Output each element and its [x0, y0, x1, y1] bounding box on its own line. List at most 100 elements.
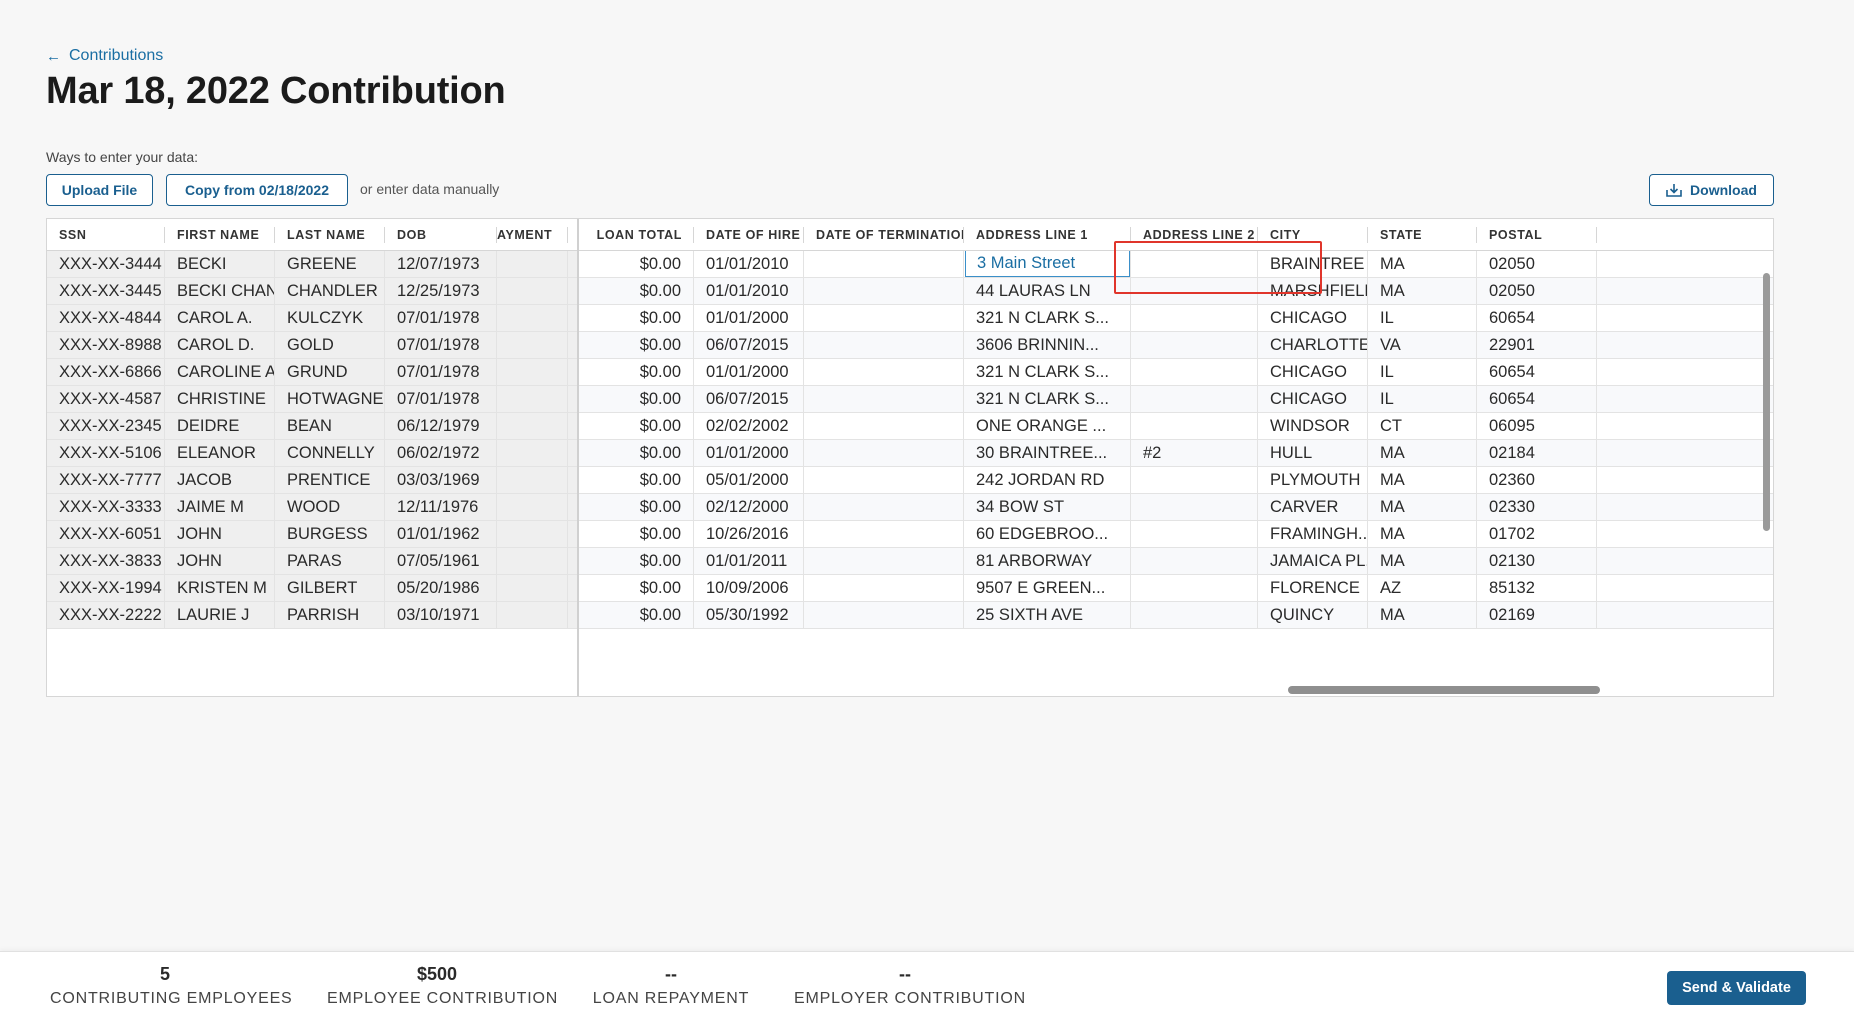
- cell-last-name[interactable]: GOLD: [275, 332, 385, 359]
- cell-date-of-hire[interactable]: 01/01/2010: [694, 278, 804, 305]
- cell-city[interactable]: JAMAICA PL...: [1258, 548, 1368, 575]
- copy-from-previous-button[interactable]: Copy from 02/18/2022: [166, 174, 348, 206]
- cell-ssn[interactable]: XXX-XX-3444: [47, 251, 165, 278]
- cell-loan-total[interactable]: $0.00: [568, 332, 694, 359]
- cell-date-of-termination[interactable]: [804, 602, 964, 629]
- cell-last-name[interactable]: GRUND: [275, 359, 385, 386]
- cell-address-line-2[interactable]: [1131, 305, 1258, 332]
- cell-postal[interactable]: 02130: [1477, 548, 1597, 575]
- cell-date-of-termination[interactable]: [804, 521, 964, 548]
- cell-loan-repayment[interactable]: [497, 413, 568, 440]
- cell-loan-total[interactable]: $0.00: [568, 278, 694, 305]
- cell-loan-total[interactable]: $0.00: [568, 548, 694, 575]
- cell-city[interactable]: BRAINTREE: [1258, 251, 1368, 278]
- cell-first-name[interactable]: CAROL D.: [165, 332, 275, 359]
- cell-postal[interactable]: 02330: [1477, 494, 1597, 521]
- table-row[interactable]: XXX-XX-3445 BECKI CHAN CHANDLER 12/25/1973 $…: [47, 278, 1773, 305]
- cell-date-of-termination[interactable]: [804, 332, 964, 359]
- cell-state[interactable]: IL: [1368, 305, 1477, 332]
- cell-date-of-hire[interactable]: 02/12/2000: [694, 494, 804, 521]
- cell-first-name[interactable]: ELEANOR: [165, 440, 275, 467]
- cell-dob[interactable]: 06/12/1979: [385, 413, 497, 440]
- cell-first-name[interactable]: JOHN: [165, 521, 275, 548]
- cell-city[interactable]: FRAMINGH...: [1258, 521, 1368, 548]
- cell-date-of-termination[interactable]: [804, 575, 964, 602]
- cell-address-line-2[interactable]: [1131, 494, 1258, 521]
- cell-date-of-hire[interactable]: 05/30/1992: [694, 602, 804, 629]
- cell-date-of-hire[interactable]: 02/02/2002: [694, 413, 804, 440]
- cell-address-line-2[interactable]: [1131, 575, 1258, 602]
- cell-address-line-2[interactable]: [1131, 251, 1258, 278]
- column-header-state[interactable]: STATE: [1368, 219, 1477, 251]
- cell-ssn[interactable]: XXX-XX-3333: [47, 494, 165, 521]
- cell-loan-repayment[interactable]: [497, 305, 568, 332]
- cell-date-of-hire[interactable]: 10/09/2006: [694, 575, 804, 602]
- cell-city[interactable]: WINDSOR: [1258, 413, 1368, 440]
- cell-postal[interactable]: 02184: [1477, 440, 1597, 467]
- cell-postal[interactable]: 01702: [1477, 521, 1597, 548]
- cell-first-name[interactable]: DEIDRE: [165, 413, 275, 440]
- cell-address-line-1[interactable]: 81 ARBORWAY: [964, 548, 1131, 575]
- cell-date-of-termination[interactable]: [804, 359, 964, 386]
- table-row[interactable]: XXX-XX-3833 JOHN PARAS 07/05/1961 $0.00 01/01…: [47, 548, 1773, 575]
- column-header-dob[interactable]: DOB: [385, 219, 497, 251]
- cell-state[interactable]: IL: [1368, 386, 1477, 413]
- table-row[interactable]: XXX-XX-6866 CAROLINE A. GRUND 07/01/1978 $0.…: [47, 359, 1773, 386]
- cell-address-line-2[interactable]: [1131, 278, 1258, 305]
- table-row[interactable]: XXX-XX-8988 CAROL D. GOLD 07/01/1978 $0.00 06…: [47, 332, 1773, 359]
- cell-address-line-2[interactable]: [1131, 521, 1258, 548]
- cell-address-line-1[interactable]: 321 N CLARK S...: [964, 386, 1131, 413]
- cell-last-name[interactable]: CONNELLY: [275, 440, 385, 467]
- table-row[interactable]: XXX-XX-4587 CHRISTINE HOTWAGNER 07/01/1978 $…: [47, 386, 1773, 413]
- cell-ssn[interactable]: XXX-XX-3445: [47, 278, 165, 305]
- cell-address-line-1[interactable]: 34 BOW ST: [964, 494, 1131, 521]
- cell-dob[interactable]: 12/25/1973: [385, 278, 497, 305]
- cell-postal[interactable]: 02360: [1477, 467, 1597, 494]
- column-header-loan-repayment[interactable]: AYMENT: [497, 219, 568, 251]
- cell-state[interactable]: AZ: [1368, 575, 1477, 602]
- cell-loan-total[interactable]: $0.00: [568, 386, 694, 413]
- cell-first-name[interactable]: CAROLINE A.: [165, 359, 275, 386]
- cell-postal[interactable]: 22901: [1477, 332, 1597, 359]
- vertical-scrollbar-thumb[interactable]: [1763, 273, 1770, 531]
- cell-loan-total[interactable]: $0.00: [568, 467, 694, 494]
- cell-city[interactable]: CHARLOTTE...: [1258, 332, 1368, 359]
- cell-address-line-1[interactable]: 3606 BRINNIN...: [964, 332, 1131, 359]
- cell-ssn[interactable]: XXX-XX-5106: [47, 440, 165, 467]
- cell-dob[interactable]: 07/01/1978: [385, 305, 497, 332]
- column-header-city[interactable]: CITY: [1258, 219, 1368, 251]
- cell-postal[interactable]: 60654: [1477, 305, 1597, 332]
- cell-loan-total[interactable]: $0.00: [568, 251, 694, 278]
- cell-address-line-2[interactable]: [1131, 332, 1258, 359]
- cell-state[interactable]: MA: [1368, 521, 1477, 548]
- cell-date-of-termination[interactable]: [804, 305, 964, 332]
- column-header-last-name[interactable]: LAST NAME: [275, 219, 385, 251]
- cell-state[interactable]: MA: [1368, 440, 1477, 467]
- cell-state[interactable]: MA: [1368, 278, 1477, 305]
- cell-date-of-termination[interactable]: [804, 494, 964, 521]
- cell-city[interactable]: QUINCY: [1258, 602, 1368, 629]
- table-row[interactable]: XXX-XX-1994 KRISTEN M GILBERT 05/20/1986 $0.…: [47, 575, 1773, 602]
- cell-address-line-2[interactable]: [1131, 359, 1258, 386]
- cell-last-name[interactable]: CHANDLER: [275, 278, 385, 305]
- column-header-date-of-hire[interactable]: DATE OF HIRE: [694, 219, 804, 251]
- cell-loan-repayment[interactable]: [497, 386, 568, 413]
- table-row[interactable]: XXX-XX-7777 JACOB PRENTICE 03/03/1969 $0.00 0…: [47, 467, 1773, 494]
- cell-postal[interactable]: 02050: [1477, 251, 1597, 278]
- cell-first-name[interactable]: BECKI: [165, 251, 275, 278]
- cell-dob[interactable]: 12/11/1976: [385, 494, 497, 521]
- cell-first-name[interactable]: CHRISTINE: [165, 386, 275, 413]
- table-row[interactable]: XXX-XX-3444 BECKI GREENE 12/07/1973 $0.00 01/…: [47, 251, 1773, 278]
- cell-address-line-1[interactable]: 9507 E GREEN...: [964, 575, 1131, 602]
- horizontal-scrollbar-thumb[interactable]: [1288, 686, 1600, 694]
- cell-dob[interactable]: 03/10/1971: [385, 602, 497, 629]
- cell-loan-repayment[interactable]: [497, 278, 568, 305]
- cell-city[interactable]: CHICAGO: [1258, 305, 1368, 332]
- column-header-date-of-termination[interactable]: DATE OF TERMINATION: [804, 219, 964, 251]
- cell-first-name[interactable]: KRISTEN M: [165, 575, 275, 602]
- cell-last-name[interactable]: KULCZYK: [275, 305, 385, 332]
- column-header-address-line-1[interactable]: ADDRESS LINE 1: [964, 219, 1131, 251]
- cell-last-name[interactable]: HOTWAGNER: [275, 386, 385, 413]
- cell-ssn[interactable]: XXX-XX-8988: [47, 332, 165, 359]
- cell-address-line-2[interactable]: [1131, 386, 1258, 413]
